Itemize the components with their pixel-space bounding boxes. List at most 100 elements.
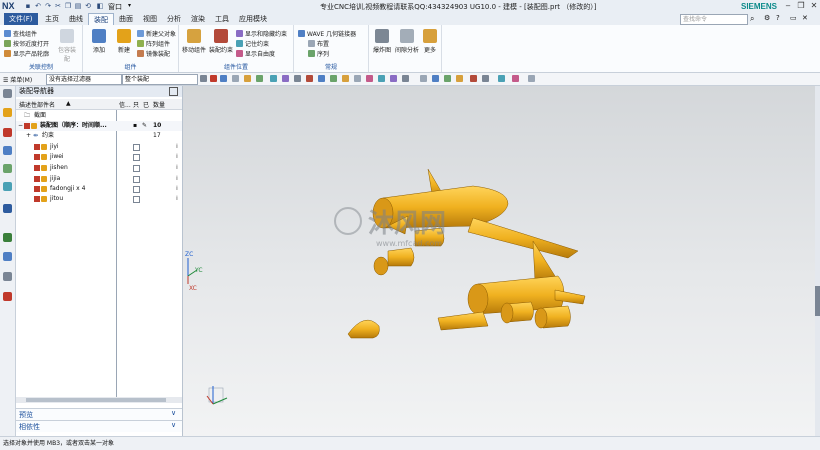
tree-row[interactable]: jitou ⁞ <box>16 194 182 204</box>
filter-icon[interactable] <box>200 75 207 82</box>
arrangement-button[interactable]: 布置 <box>308 39 329 48</box>
tree-row[interactable]: jiwei ⁞ <box>16 152 182 162</box>
ribbon-close-icon[interactable]: ✕ <box>802 14 808 22</box>
horizontal-scrollbar[interactable] <box>16 397 182 403</box>
engine-nozzle[interactable] <box>534 307 548 329</box>
point-icon[interactable] <box>306 75 313 82</box>
fit-icon[interactable] <box>420 75 427 82</box>
close-button[interactable]: ✕ <box>808 1 820 11</box>
zoom-icon[interactable] <box>432 75 439 82</box>
engine-nozzle[interactable] <box>373 256 389 276</box>
add-component-button[interactable]: 添加 <box>87 29 111 54</box>
main-wing[interactable] <box>467 217 579 259</box>
checkbox-icon[interactable] <box>34 196 40 202</box>
open-by-proximity-button[interactable]: 按邻近度打开 <box>4 39 49 48</box>
column-header[interactable]: 数量 <box>153 100 165 109</box>
lasso-icon[interactable] <box>232 75 239 82</box>
checkbox-icon[interactable] <box>34 154 40 160</box>
tab-view[interactable]: 视图 <box>138 13 162 25</box>
settings-icon[interactable] <box>3 89 12 98</box>
tree-row[interactable]: 🗀 截面 <box>16 111 182 121</box>
collapse-icon[interactable]: − <box>18 121 23 131</box>
existing-point-icon[interactable] <box>378 75 385 82</box>
datum-csys[interactable]: ZC YC XC <box>185 251 203 292</box>
shade-icon[interactable] <box>470 75 477 82</box>
model-canvas[interactable]: 沐风网 www.mfcad.com ZC YC XC <box>183 86 815 436</box>
window-menu[interactable]: 窗口 <box>108 2 122 12</box>
maximize-icon[interactable] <box>169 87 178 96</box>
mid-point-icon[interactable] <box>330 75 337 82</box>
file-menu[interactable]: 文件(F) <box>4 13 38 25</box>
tree-row[interactable]: + ⇹ 约束 17 <box>16 131 182 141</box>
move-component-button[interactable]: 移动组件 <box>181 29 207 54</box>
part-navigator-icon[interactable] <box>3 146 12 155</box>
minimize-button[interactable]: ‒ <box>782 1 794 11</box>
assembly-navigator-icon[interactable] <box>3 108 12 117</box>
mirror-assembly-button[interactable]: 镜像装配 <box>137 49 170 58</box>
layer-icon[interactable] <box>498 75 505 82</box>
reuse-library-icon[interactable] <box>3 164 12 173</box>
engine[interactable] <box>387 247 415 267</box>
system-materials-icon[interactable] <box>3 233 12 242</box>
tree-row[interactable]: fadongji x 4 ⁞ <box>16 184 182 194</box>
pan-icon[interactable] <box>456 75 463 82</box>
main-wing[interactable] <box>437 311 489 331</box>
tangent-icon[interactable] <box>390 75 397 82</box>
checkbox-icon[interactable] <box>24 123 30 129</box>
snap-point-icon[interactable] <box>256 75 263 82</box>
envelope-assembly-button[interactable]: 包容装配 <box>56 29 78 63</box>
tree-row[interactable]: jijia ⁞ <box>16 174 182 184</box>
expand-icon[interactable]: + <box>26 131 31 141</box>
minimize-ribbon-icon[interactable]: ▭ <box>790 14 797 22</box>
more-button[interactable]: 更多 <box>421 29 439 54</box>
tab-curve[interactable]: 曲线 <box>64 13 88 25</box>
new-component-button[interactable]: 新建 <box>113 29 135 54</box>
manufacturing-wizard-icon[interactable] <box>3 272 12 281</box>
scroll-thumb[interactable] <box>26 398 166 402</box>
checkbox-icon[interactable] <box>34 186 40 192</box>
new-parent-button[interactable]: 新建父对象 <box>137 29 176 38</box>
process-studio-icon[interactable] <box>3 252 12 261</box>
end-point-icon[interactable] <box>318 75 325 82</box>
constraint-navigator-icon[interactable] <box>3 128 12 137</box>
search-icon[interactable]: ⌕ <box>750 14 754 24</box>
selection-scope-dropdown[interactable]: 整个装配 <box>122 74 198 85</box>
show-hide-constraints-button[interactable]: 显示和隐藏约束 <box>236 29 287 38</box>
column-header[interactable]: 已 <box>143 100 149 109</box>
select-icon[interactable] <box>220 75 227 82</box>
center-icon[interactable] <box>342 75 349 82</box>
find-component-button[interactable]: 查找组件 <box>4 29 37 38</box>
help-icon[interactable]: ? <box>776 14 780 22</box>
tree-row[interactable]: jiyi ⁞ <box>16 142 182 152</box>
column-header[interactable]: 只 <box>133 100 139 109</box>
wave-linker-button[interactable]: WAVE 几何链接器 <box>298 29 356 38</box>
touch-mode-icon[interactable]: ◧ <box>96 2 104 10</box>
roles-icon[interactable] <box>3 292 12 301</box>
undo-icon[interactable]: ↶ <box>34 2 42 10</box>
exploded-view-button[interactable]: 爆炸图 <box>371 29 393 54</box>
sequence-button[interactable]: 序列 <box>308 49 329 58</box>
style-icon[interactable] <box>482 75 489 82</box>
tree-row[interactable]: jishen ⁞ <box>16 163 182 173</box>
graphics-window[interactable]: 沐风网 www.mfcad.com ZC YC XC <box>183 86 815 436</box>
clearance-analysis-button[interactable]: 间隙分析 <box>394 29 420 54</box>
preview-panel-header[interactable]: 预览 ∨ <box>16 408 182 420</box>
history-icon[interactable] <box>3 204 12 213</box>
grid-icon[interactable] <box>402 75 409 82</box>
wcs-icon[interactable] <box>528 75 535 82</box>
cut-icon[interactable]: ✂ <box>54 2 62 10</box>
tab-analysis[interactable]: 分析 <box>162 13 186 25</box>
selection-filter-dropdown[interactable]: 没有选择过滤器 <box>46 74 122 85</box>
repeat-icon[interactable]: ⟲ <box>84 2 92 10</box>
web-browser-icon[interactable] <box>3 182 12 191</box>
column-header[interactable]: 信... <box>119 100 131 109</box>
snap-icon[interactable] <box>244 75 251 82</box>
engine-nozzle[interactable] <box>500 302 514 324</box>
nose-cone[interactable] <box>347 319 380 339</box>
command-search-input[interactable]: 查找命令 <box>680 14 748 25</box>
settings-icon[interactable]: ⚙ <box>764 14 770 22</box>
select-all-icon[interactable] <box>210 75 217 82</box>
readonly-checkbox[interactable] <box>133 196 140 207</box>
quadrant-icon[interactable] <box>354 75 361 82</box>
checkbox-icon[interactable] <box>34 176 40 182</box>
